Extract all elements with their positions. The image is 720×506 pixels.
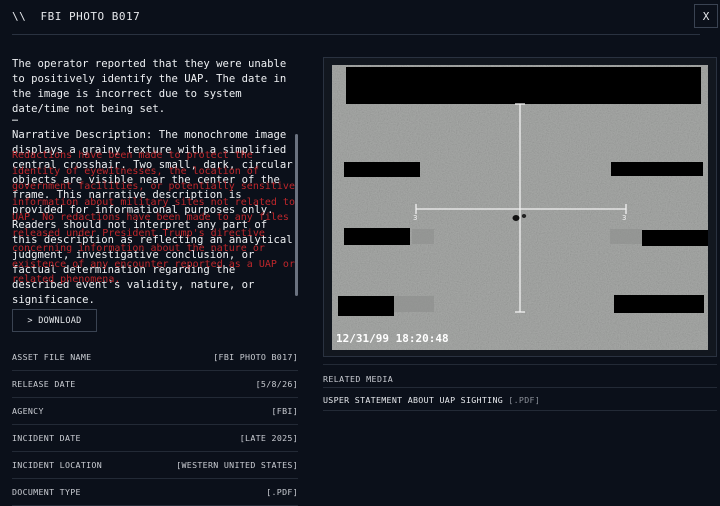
related-media-label: USPER STATEMENT ABOUT UAP SIGHTING	[323, 395, 504, 405]
metadata-row: DOCUMENT TYPE [.PDF]	[12, 479, 298, 506]
blur-patch	[610, 229, 642, 244]
photo-timestamp: 12/31/99 18:20:48	[336, 332, 449, 345]
metadata-value: [5/8/26]	[255, 379, 298, 389]
metadata-row: INCIDENT DATE [LATE 2025]	[12, 425, 298, 452]
blur-patch	[394, 296, 434, 312]
redaction-bar	[344, 162, 420, 177]
title-text: FBI PHOTO B017	[40, 10, 141, 23]
redaction-notice: Redactions have been made to protect the…	[12, 150, 295, 285]
metadata-key: INCIDENT LOCATION	[12, 460, 103, 470]
divider	[323, 387, 717, 388]
page-title: \\ FBI PHOTO B017	[12, 10, 140, 23]
metadata-key: DOCUMENT TYPE	[12, 487, 81, 497]
narrative-scrollbar[interactable]	[295, 134, 298, 296]
header-divider	[12, 34, 700, 35]
close-button[interactable]: X	[694, 4, 718, 28]
uap-photo[interactable]: 3 3 12/31/99 18:20:48	[323, 57, 717, 357]
related-media-heading: RELATED MEDIA	[323, 374, 394, 384]
related-media-ext: [.PDF]	[508, 395, 541, 405]
metadata-table: ASSET FILE NAME [FBI PHOTO B017] RELEASE…	[12, 344, 298, 506]
redaction-bar	[614, 295, 704, 313]
uap-object	[512, 215, 520, 221]
uap-object	[521, 214, 527, 218]
metadata-value: [.PDF]	[266, 487, 298, 497]
tick-label-left: 3	[413, 214, 417, 222]
redaction-bar	[346, 67, 701, 104]
intro-text: The operator reported that they were una…	[12, 58, 293, 115]
redaction-bar	[344, 228, 410, 245]
related-media-link[interactable]: USPER STATEMENT ABOUT UAP SIGHTING [.PDF…	[323, 395, 540, 405]
metadata-row: RELEASE DATE [5/8/26]	[12, 371, 298, 398]
metadata-key: INCIDENT DATE	[12, 433, 81, 443]
redaction-bar	[642, 230, 708, 246]
divider	[323, 410, 717, 411]
metadata-row: ASSET FILE NAME [FBI PHOTO B017]	[12, 344, 298, 371]
ellipsis: …	[12, 113, 19, 124]
blur-patch	[412, 229, 434, 244]
uap-photo-graphic: 3 3 12/31/99 18:20:48	[332, 65, 708, 350]
redaction-bar	[338, 296, 394, 316]
metadata-row: AGENCY [FBI]	[12, 398, 298, 425]
narrative-scroll-area[interactable]: Narrative Description: The monochrome im…	[12, 128, 297, 306]
redaction-bar	[611, 162, 703, 176]
title-prefix: \\	[12, 10, 27, 23]
metadata-row: INCIDENT LOCATION [WESTERN UNITED STATES…	[12, 452, 298, 479]
divider	[323, 364, 717, 365]
metadata-key: RELEASE DATE	[12, 379, 76, 389]
metadata-value: [LATE 2025]	[239, 433, 298, 443]
metadata-value: [WESTERN UNITED STATES]	[176, 460, 298, 470]
metadata-key: ASSET FILE NAME	[12, 352, 92, 362]
metadata-value: [FBI]	[271, 406, 298, 416]
metadata-key: AGENCY	[12, 406, 44, 416]
tick-label-right: 3	[622, 214, 626, 222]
download-button[interactable]: > DOWNLOAD	[12, 309, 97, 332]
metadata-value: [FBI PHOTO B017]	[213, 352, 298, 362]
